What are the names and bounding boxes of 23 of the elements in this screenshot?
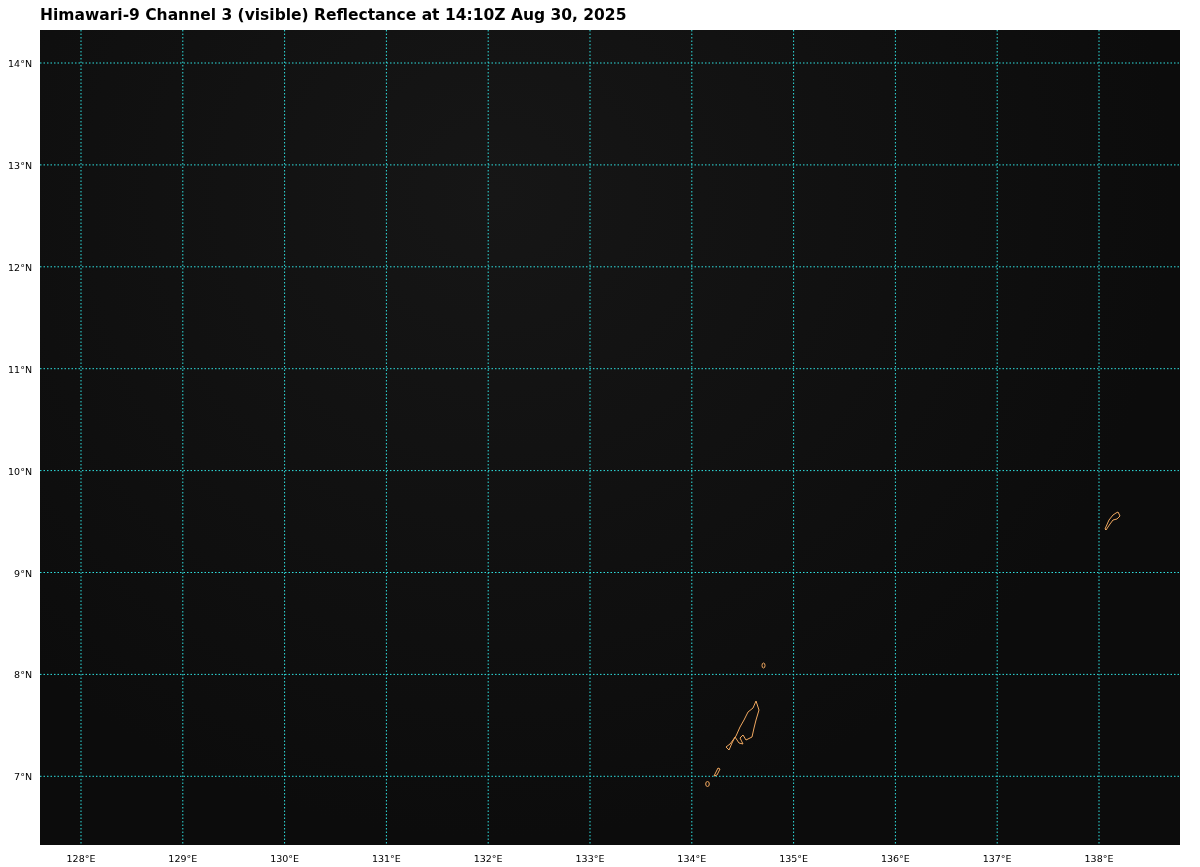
longitude-label: 133°E	[575, 853, 605, 864]
island-outline	[725, 700, 760, 751]
latitude-label: 12°N	[8, 261, 32, 273]
latitude-label: 9°N	[14, 567, 32, 578]
latitude-label: 14°N	[8, 57, 32, 69]
longitude-label: 129°E	[168, 853, 198, 864]
latitude-label: 11°N	[8, 363, 32, 375]
island-outline	[761, 662, 766, 669]
latitude-label: 7°N	[14, 770, 32, 782]
longitude-label: 130°E	[270, 853, 300, 864]
latitude-label: 8°N	[14, 668, 32, 680]
longitude-label: 137°E	[982, 853, 1012, 864]
longitude-label: 134°E	[677, 853, 707, 864]
longitude-label: 136°E	[880, 853, 910, 864]
map-title: Himawari-9 Channel 3 (visible) Reflectance at 14:10Z Aug 30, 2025	[40, 6, 627, 24]
longitude-label: 128°E	[66, 853, 96, 864]
longitude-label: 132°E	[473, 853, 503, 864]
island-outline	[1104, 511, 1121, 531]
latitude-label: 13°N	[8, 159, 32, 171]
longitude-label: 135°E	[779, 853, 809, 864]
latitude-label: 10°N	[8, 465, 32, 477]
longitude-label: 138°E	[1084, 853, 1114, 864]
longitude-label: 131°E	[371, 853, 401, 864]
